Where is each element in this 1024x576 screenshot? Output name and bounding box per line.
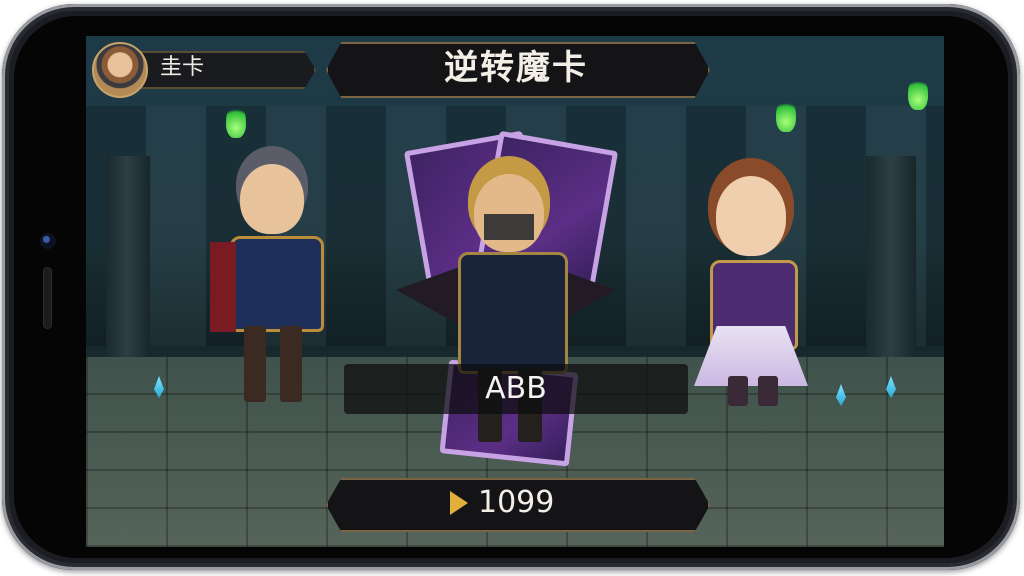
player-panel[interactable]: 圭卡 bbox=[90, 42, 316, 98]
character-head bbox=[716, 176, 786, 256]
player-name-bar bbox=[120, 51, 316, 89]
character-right[interactable] bbox=[676, 176, 826, 416]
player-name: 圭卡 bbox=[160, 55, 205, 80]
speaker-grille bbox=[43, 267, 52, 329]
character-leg bbox=[280, 326, 302, 402]
character-body bbox=[230, 236, 324, 332]
character-leg bbox=[728, 376, 748, 406]
game-title: 逆转魔卡 bbox=[444, 48, 588, 88]
phone-frame: 圭卡 逆转魔卡 ABB 1099 bbox=[2, 4, 1020, 570]
character-cape bbox=[210, 242, 236, 332]
green-torch-icon bbox=[776, 98, 796, 132]
play-triangle-icon bbox=[450, 491, 468, 515]
character-left[interactable] bbox=[202, 156, 352, 416]
currency-value: 1099 bbox=[478, 485, 555, 520]
character-mask bbox=[484, 214, 534, 240]
left-pillar bbox=[106, 156, 150, 366]
green-torch-icon bbox=[226, 104, 246, 138]
character-leg bbox=[244, 326, 266, 402]
green-torch-icon bbox=[908, 76, 928, 110]
right-pillar bbox=[866, 156, 916, 366]
avatar-icon[interactable] bbox=[92, 42, 148, 98]
character-head bbox=[474, 174, 544, 252]
character-body bbox=[458, 252, 568, 374]
front-camera-icon bbox=[40, 233, 56, 249]
game-screen: 圭卡 逆转魔卡 ABB 1099 bbox=[86, 36, 944, 547]
character-leg bbox=[758, 376, 778, 406]
selected-character-name: ABB bbox=[485, 371, 547, 406]
character-head bbox=[240, 164, 304, 234]
